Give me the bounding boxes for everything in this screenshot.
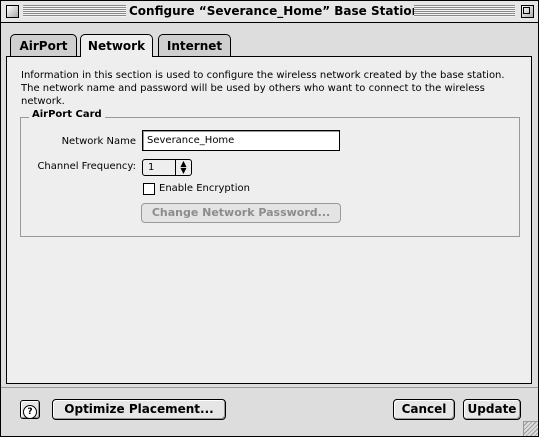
resize-grip[interactable]: [523, 421, 538, 436]
update-button[interactable]: Update: [463, 399, 521, 420]
section-description: Information in this section is used to c…: [21, 70, 505, 107]
question-mark-icon: ?: [23, 405, 37, 419]
group-title: AirPort Card: [29, 109, 105, 120]
tab-airport[interactable]: AirPort: [10, 34, 77, 56]
cancel-button[interactable]: Cancel: [393, 399, 455, 420]
configure-window: Configure “Severance_Home” Base Station …: [0, 0, 539, 437]
tab-network[interactable]: Network: [80, 34, 153, 57]
enable-encryption-checkbox[interactable]: [143, 183, 155, 195]
close-box[interactable]: [6, 5, 19, 18]
channel-frequency-value: 1: [148, 162, 155, 173]
network-panel: Information in this section is used to c…: [6, 56, 532, 384]
footer-divider: [1, 387, 538, 388]
updown-arrows-icon: ▲ ▼: [175, 160, 191, 175]
window-title: Configure “Severance_Home” Base Station: [129, 4, 421, 19]
title-stripes-left: [23, 5, 126, 17]
network-name-label: Network Name: [61, 136, 136, 147]
zoom-box[interactable]: [521, 5, 534, 18]
tab-internet[interactable]: Internet: [158, 34, 231, 56]
optimize-placement-button[interactable]: Optimize Placement...: [52, 399, 226, 420]
change-network-password-button[interactable]: Change Network Password...: [141, 203, 341, 223]
channel-frequency-label: Channel Frequency:: [37, 161, 136, 172]
network-name-field[interactable]: Severance_Home: [142, 130, 340, 151]
enable-encryption-label[interactable]: Enable Encryption: [159, 183, 250, 194]
title-stripes-right: [414, 5, 515, 17]
channel-frequency-popup[interactable]: 1 ▲ ▼: [142, 159, 192, 176]
title-bar[interactable]: Configure “Severance_Home” Base Station: [1, 1, 538, 23]
help-button[interactable]: ?: [20, 400, 40, 419]
